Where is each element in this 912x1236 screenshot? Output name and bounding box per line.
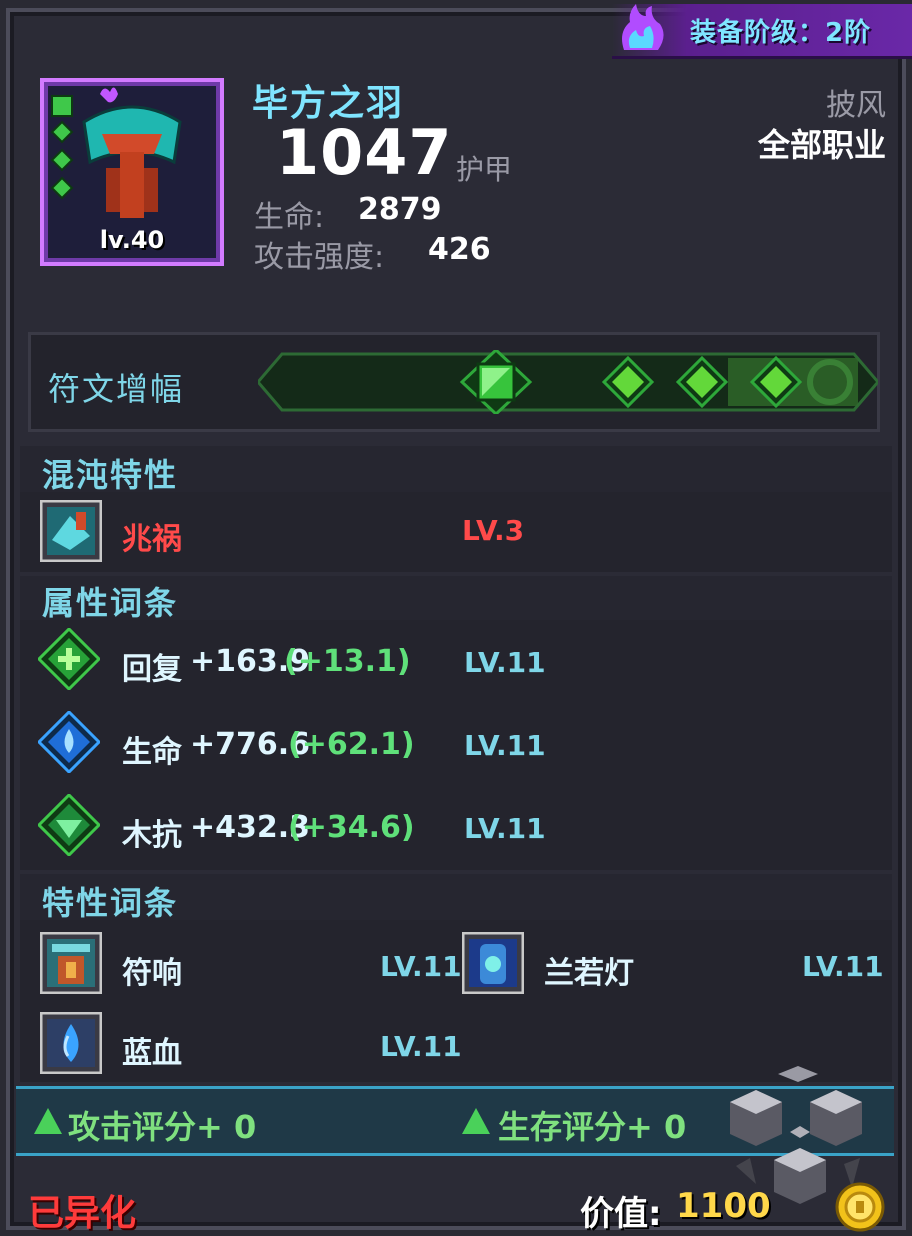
rune-label: 符文增幅 [48,370,185,408]
stat-value-life: 2879 [358,192,442,227]
wood-resist-gem-icon [38,794,100,856]
chaos-omen-icon [40,500,102,562]
traits-section-title: 特性词条 [42,884,179,922]
life-gem-icon [38,711,100,773]
attr-level: LV.11 [464,729,546,762]
item-level: lv.40 [99,226,165,254]
rune-echo-icon [40,932,102,994]
chaos-trait-name: 兆祸 [122,522,182,557]
trait-name: 蓝血 [122,1036,182,1071]
gold-coin-icon [835,1182,885,1232]
stat-label-attack: 攻击强度: [254,240,385,275]
attr-bonus: (+62.1) [288,727,415,762]
stat-label-life: 生命: [254,200,325,235]
survival-up-arrow-icon [462,1108,490,1134]
attack-up-arrow-icon [34,1108,62,1134]
attr-level: LV.11 [464,646,546,679]
attr-level: LV.11 [464,812,546,845]
lantern-icon [462,932,524,994]
attr-bonus: (+34.6) [288,810,415,845]
armor-value: 1047 [276,116,453,189]
blue-blood-icon [40,1012,102,1074]
mutated-label: 已异化 [28,1193,137,1234]
trait-level: LV.11 [802,950,884,983]
chaos-section-title: 混沌特性 [42,456,179,494]
value-label: 价值: [580,1194,662,1234]
purple-flame-icon [622,4,664,50]
item-icon-slot[interactable]: lv.40 [40,78,224,266]
attr-name: 回复 [122,652,182,687]
trait-name: 兰若灯 [544,956,634,991]
class-requirement: 全部职业 [757,126,886,164]
attr-name: 木抗 [122,818,182,853]
stat-value-attack: 426 [428,232,491,267]
value-amount: 1100 [676,1186,771,1226]
rune-progress-bar[interactable] [258,350,878,414]
attr-name: 生命 [122,735,182,770]
chaos-trait-level: LV.3 [462,514,525,547]
trait-level: LV.11 [380,1030,462,1063]
tier-label: 装备阶级：2阶 [690,18,872,48]
survival-score: 生存评分+ 0 [498,1108,687,1146]
attr-bonus: (+13.1) [284,644,411,679]
feather-cloak-icon [50,87,182,218]
attack-score: 攻击评分+ 0 [68,1108,257,1146]
attributes-section-title: 属性词条 [42,584,179,622]
slot-type: 披风 [826,88,886,123]
regen-gem-icon [38,628,100,690]
trait-name: 符响 [122,956,182,991]
armor-label: 护甲 [456,153,513,186]
trait-level: LV.11 [380,950,462,983]
